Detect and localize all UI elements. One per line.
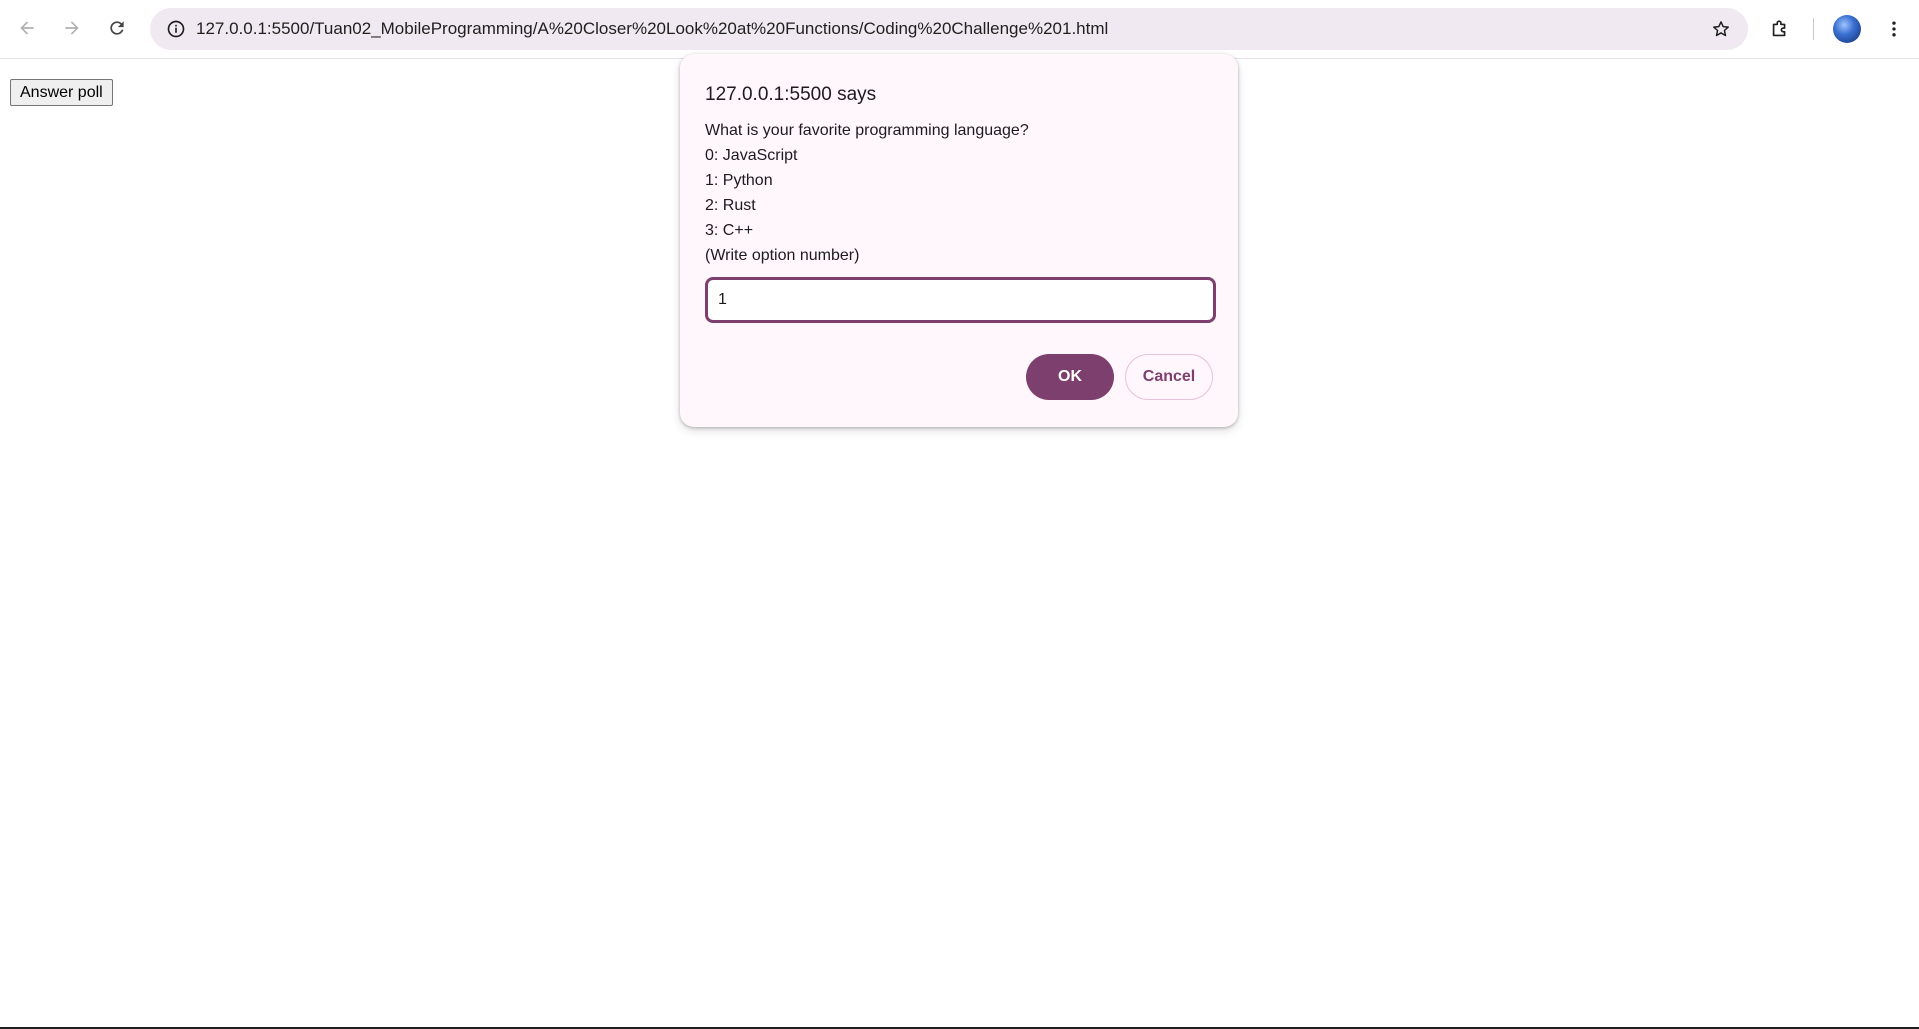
url-text[interactable]: 127.0.0.1:5500/Tuan02_MobileProgramming/… — [196, 19, 1108, 39]
address-bar[interactable]: 127.0.0.1:5500/Tuan02_MobileProgramming/… — [150, 8, 1748, 50]
bookmark-star-icon[interactable] — [1706, 14, 1736, 44]
message-line: 1: Python — [705, 172, 773, 189]
message-line: What is your favorite programming langua… — [705, 122, 1029, 139]
extensions-puzzle-icon[interactable] — [1762, 11, 1798, 47]
toolbar-divider — [1813, 18, 1814, 40]
answer-poll-button[interactable]: Answer poll — [10, 79, 113, 106]
prompt-input[interactable] — [705, 277, 1216, 323]
site-info-icon[interactable] — [160, 13, 192, 45]
more-vert-icon[interactable] — [1876, 11, 1912, 47]
cancel-button[interactable]: Cancel — [1125, 354, 1213, 400]
prompt-dialog: 127.0.0.1:5500 says What is your favorit… — [680, 54, 1238, 427]
dialog-title: 127.0.0.1:5500 says — [705, 84, 877, 105]
browser-toolbar: 127.0.0.1:5500/Tuan02_MobileProgramming/… — [0, 0, 1919, 59]
ok-button[interactable]: OK — [1026, 354, 1114, 400]
dialog-button-row: OK Cancel — [1026, 354, 1213, 400]
forward-arrow-icon[interactable] — [54, 10, 90, 46]
dialog-message: What is your favorite programming langua… — [705, 118, 1213, 268]
reload-icon[interactable] — [99, 10, 135, 46]
avatar[interactable] — [1833, 15, 1861, 43]
message-line: 2: Rust — [705, 197, 756, 214]
message-line: 0: JavaScript — [705, 147, 798, 164]
message-line: (Write option number) — [705, 247, 860, 264]
back-arrow-icon[interactable] — [9, 10, 45, 46]
message-line: 3: C++ — [705, 222, 754, 239]
